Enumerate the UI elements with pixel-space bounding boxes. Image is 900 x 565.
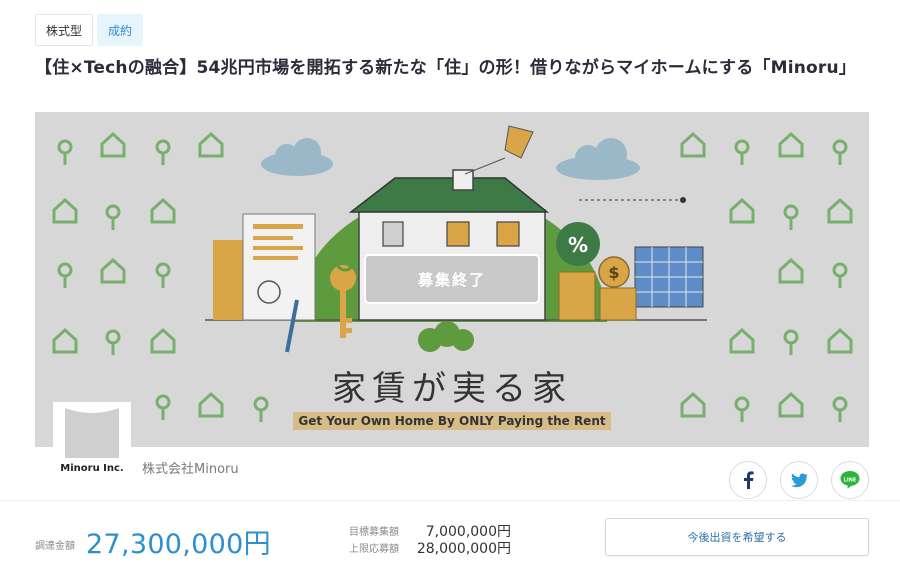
finance-illustration: % $ — [556, 197, 704, 321]
hero-headline-jp: 家賃が実る家 — [332, 369, 572, 409]
tag-list: 株式型 成約 — [35, 14, 144, 46]
company-name[interactable]: 株式会社Minoru — [142, 458, 239, 477]
share-twitter-button[interactable] — [780, 461, 818, 499]
hero-image[interactable]: % $ 家賃が実る家 Get Your Own Home By ONLY Pay… — [35, 112, 869, 447]
project-title: 【住×Techの融合】54兆円市場を開拓する新たな「住」の形！借りながらマイホー… — [35, 58, 857, 78]
max-amount: 28,000,000円 — [416, 541, 511, 557]
line-icon: LINE — [840, 471, 860, 489]
percent-text: % — [568, 233, 588, 257]
invest-interest-button[interactable]: 今後出資を希望する — [605, 518, 869, 556]
share-facebook-button[interactable] — [729, 461, 767, 499]
line-icon-label: LINE — [844, 478, 857, 484]
twitter-icon — [791, 473, 808, 487]
divider — [0, 500, 900, 501]
bush — [418, 321, 474, 352]
hero-headline-en: Get Your Own Home By ONLY Paying the Ren… — [298, 414, 605, 428]
raised-amount: 27,300,000円 — [86, 529, 271, 560]
tag-status: 成約 — [97, 14, 144, 46]
facebook-icon — [744, 471, 754, 489]
cloud-left — [261, 138, 333, 176]
company-logo-text: Minoru Inc. — [60, 463, 124, 474]
document-illustration — [213, 213, 316, 353]
max-row: 上限応募額 28,000,000円 — [349, 538, 511, 558]
company-logo-card[interactable]: Minoru Inc. — [53, 402, 131, 482]
company-logo — [65, 408, 119, 458]
raised-label: 調達金額 — [35, 541, 75, 552]
tag-stock-type: 株式型 — [35, 14, 94, 46]
dollar-text: $ — [608, 263, 619, 282]
pattern-right — [680, 131, 853, 422]
max-label: 上限応募額 — [349, 544, 399, 555]
closed-badge: 募集終了 — [364, 254, 540, 304]
share-line-button[interactable]: LINE — [831, 461, 869, 499]
cloud-right — [556, 138, 640, 180]
